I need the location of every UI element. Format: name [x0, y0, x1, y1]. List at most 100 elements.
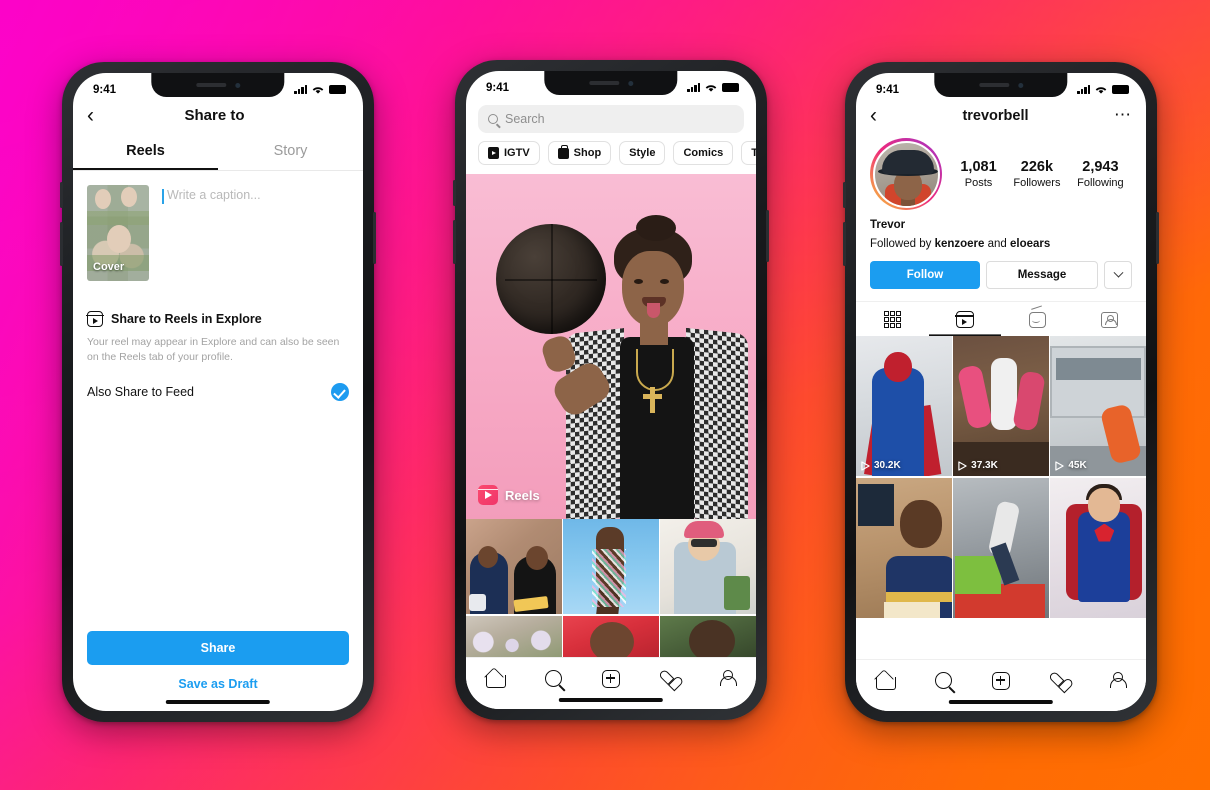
video-cell[interactable]: 30.2K [856, 336, 952, 476]
message-button[interactable]: Message [986, 261, 1098, 289]
power-button[interactable] [373, 212, 376, 264]
stat-following[interactable]: 2,943 Following [1077, 159, 1123, 189]
video-cell[interactable] [856, 477, 952, 618]
status-indicators [687, 82, 739, 93]
chip-label: Shop [573, 147, 602, 159]
phone-mockup-profile: 9:41 ‹ trevorbell ⋯ 1,081 Posts 226k Fol… [843, 62, 1159, 722]
text-caret [162, 189, 164, 204]
status-time: 9:41 [876, 83, 900, 96]
save-as-draft-button[interactable]: Save as Draft [87, 677, 349, 691]
checkmark-icon[interactable] [331, 383, 349, 402]
wifi-icon [705, 85, 717, 92]
battery-icon [1112, 85, 1129, 94]
caption-input[interactable]: Write a caption... [162, 188, 349, 202]
caption-input-wrapper[interactable]: Write a caption... [162, 185, 349, 281]
cover-subject-3 [107, 225, 131, 253]
share-destination-tabs: Reels Story [73, 136, 363, 171]
video-cell[interactable]: 37.3K [953, 336, 1049, 476]
tab-profile[interactable] [1088, 672, 1146, 689]
tab-create[interactable] [972, 671, 1030, 690]
tab-reels[interactable]: Reels [73, 136, 218, 170]
status-time: 9:41 [93, 83, 117, 96]
composer: Cover Write a caption... [73, 171, 363, 281]
chip-igtv[interactable]: IGTV [478, 141, 540, 165]
stat-followers[interactable]: 226k Followers [1013, 159, 1060, 189]
back-button[interactable]: ‹ [870, 105, 877, 126]
play-icon [1055, 460, 1065, 471]
home-indicator[interactable] [165, 700, 271, 704]
profile-actions: Follow Message [856, 250, 1146, 289]
phone1-actions: Share Save as Draft [73, 631, 363, 691]
tab-story[interactable]: Story [218, 136, 363, 170]
also-share-to-feed-label: Also Share to Feed [87, 385, 195, 400]
phone3-screen: 9:41 ‹ trevorbell ⋯ 1,081 Posts 226k Fol… [856, 73, 1146, 711]
home-indicator[interactable] [558, 698, 664, 702]
video-cell[interactable]: 45K [1050, 336, 1146, 476]
power-button[interactable] [1156, 212, 1159, 264]
front-camera [1017, 82, 1023, 88]
home-indicator[interactable] [948, 700, 1054, 704]
avatar[interactable] [870, 138, 942, 210]
profile-tab-tagged[interactable] [1074, 302, 1147, 336]
power-button[interactable] [766, 210, 769, 262]
share-button[interactable]: Share [87, 631, 349, 665]
chip-style[interactable]: Style [619, 141, 666, 165]
video-views: 45K [1055, 460, 1087, 471]
status-indicators [1077, 84, 1129, 95]
share-to-explore-section: Share to Reels in Explore Your reel may … [73, 281, 363, 402]
profile-tab-reels[interactable] [929, 302, 1002, 336]
grid-icon [883, 311, 901, 328]
igtv-icon [1028, 311, 1046, 328]
tab-search[interactable] [524, 670, 582, 687]
explore-cell[interactable] [563, 615, 659, 658]
profile-tab-grid[interactable] [856, 302, 929, 336]
explore-cell[interactable] [563, 519, 659, 614]
tab-activity[interactable] [640, 670, 698, 687]
heart-icon [660, 670, 678, 687]
video-cell[interactable] [953, 477, 1049, 618]
tab-home[interactable] [856, 672, 914, 690]
suggestions-dropdown-button[interactable] [1104, 261, 1132, 289]
profile-tab-igtv[interactable] [1001, 302, 1074, 336]
chip-tv-movie[interactable]: TV & Movie [741, 141, 756, 165]
tab-search[interactable] [914, 672, 972, 689]
follow-button[interactable]: Follow [870, 261, 980, 289]
search-input[interactable]: Search [478, 105, 744, 133]
share-explore-description: Your reel may appear in Explore and can … [87, 336, 340, 364]
explore-cell[interactable] [466, 615, 562, 658]
stat-posts[interactable]: 1,081 Posts [960, 159, 996, 189]
cover-thumbnail[interactable]: Cover [87, 185, 149, 281]
cover-subject-1 [95, 189, 111, 209]
notch [151, 73, 285, 97]
person-icon [1109, 672, 1127, 689]
share-explore-header: Share to Reels in Explore [86, 311, 349, 327]
speaker-grill [588, 81, 619, 85]
shopping-bag-icon [557, 145, 569, 159]
tab-profile[interactable] [698, 670, 756, 687]
back-button[interactable]: ‹ [87, 105, 94, 126]
also-share-to-feed-row[interactable]: Also Share to Feed [87, 383, 349, 402]
tab-activity[interactable] [1030, 672, 1088, 689]
explore-cell[interactable] [660, 519, 756, 614]
chip-comics[interactable]: Comics [673, 141, 734, 165]
more-options-icon[interactable]: ⋯ [1114, 106, 1132, 123]
mutual-follower-2[interactable]: eloears [1010, 238, 1050, 250]
notch [544, 71, 678, 95]
profile-header: 1,081 Posts 226k Followers 2,943 Followi… [856, 138, 1146, 210]
cellular-signal-icon [294, 85, 307, 94]
chip-shop[interactable]: Shop [547, 141, 612, 165]
tab-create[interactable] [582, 669, 640, 688]
reels-badge-label: Reels [505, 487, 540, 503]
profile-navbar: ‹ trevorbell ⋯ [856, 103, 1146, 138]
profile-stats: 1,081 Posts 226k Followers 2,943 Followi… [948, 159, 1132, 189]
featured-reel[interactable]: Reels [466, 174, 756, 519]
tab-home[interactable] [466, 670, 524, 688]
category-chip-row[interactable]: IGTV Shop Style Comics TV & Movie [466, 141, 756, 174]
plus-box-icon [602, 669, 620, 688]
mutual-follower-1[interactable]: kenzoere [935, 238, 985, 250]
video-cell[interactable] [1050, 477, 1146, 618]
phone1-navbar: ‹ Share to [73, 103, 363, 136]
avatar-image [872, 140, 940, 208]
explore-cell[interactable] [660, 615, 756, 658]
explore-cell[interactable] [466, 519, 562, 614]
